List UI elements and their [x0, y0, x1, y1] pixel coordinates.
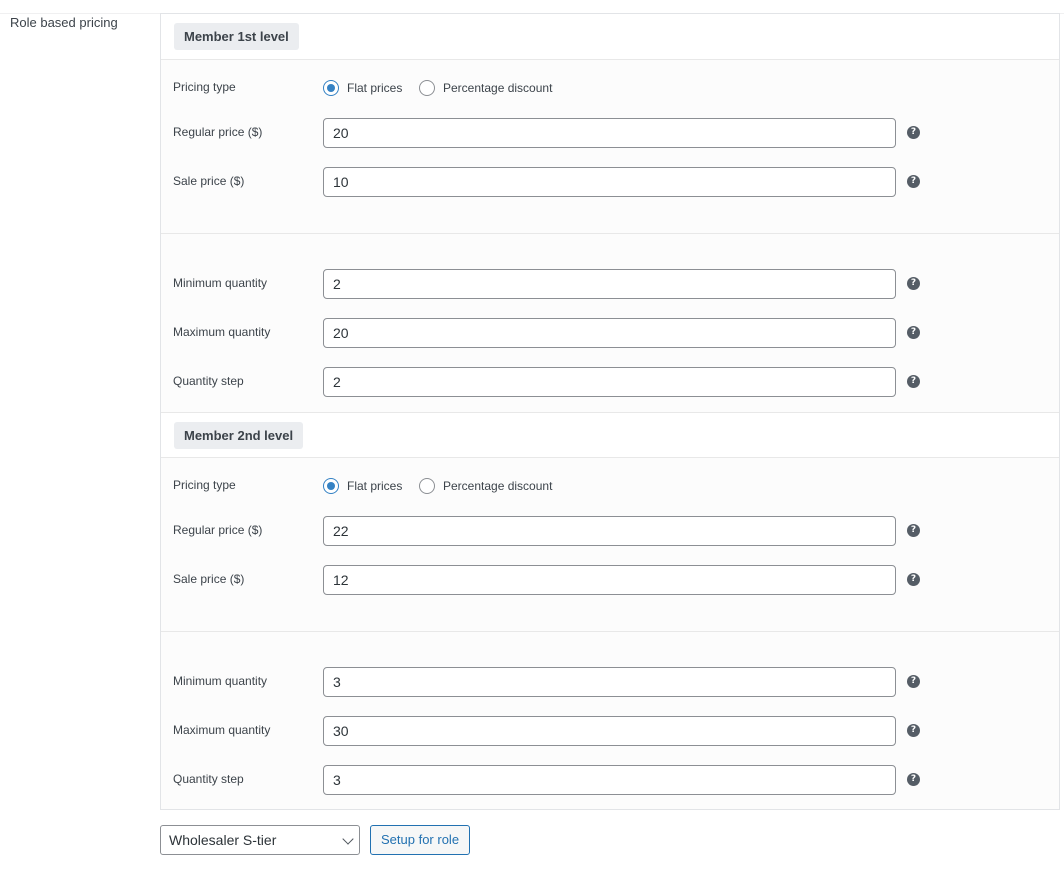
regular-price-label: Regular price ($): [173, 125, 263, 139]
question-mark-circle-icon[interactable]: ?: [907, 524, 920, 537]
question-mark-circle-icon[interactable]: ?: [907, 773, 920, 786]
question-mark-circle-icon[interactable]: ?: [907, 277, 920, 290]
maximum-quantity-input[interactable]: 20: [323, 318, 896, 348]
regular-price-input[interactable]: 22: [323, 516, 896, 546]
quantity-step-input[interactable]: 2: [323, 367, 896, 397]
minimum-quantity-label: Minimum quantity: [173, 276, 268, 290]
question-mark-circle-icon[interactable]: ?: [907, 375, 920, 388]
quantity-step-input[interactable]: 3: [323, 765, 896, 795]
sale-price-input[interactable]: 12: [323, 565, 896, 595]
sale-price-input[interactable]: 10: [323, 167, 896, 197]
section-divider: [161, 233, 1059, 234]
setup-for-role-button[interactable]: Setup for role: [370, 825, 471, 855]
quantity-step-label: Quantity step: [173, 374, 244, 388]
percentage-discount-label[interactable]: Percentage discount: [443, 479, 552, 493]
role-pricing-panel: Member 1st level Pricing type Flat price…: [160, 13, 1060, 810]
question-mark-circle-icon[interactable]: ?: [907, 675, 920, 688]
minimum-quantity-input[interactable]: 2: [323, 269, 896, 299]
role-name-tag: Member 1st level: [174, 23, 299, 50]
chevron-down-icon: [342, 833, 354, 845]
section-divider: [161, 631, 1059, 632]
flat-prices-radio[interactable]: [323, 478, 339, 494]
pricing-type-label: Pricing type: [173, 478, 236, 492]
question-mark-circle-icon[interactable]: ?: [907, 573, 920, 586]
role-section-member-1st-level: Member 1st level Pricing type Flat price…: [161, 14, 1059, 412]
regular-price-label: Regular price ($): [173, 523, 263, 537]
sale-price-label: Sale price ($): [173, 174, 245, 188]
maximum-quantity-input[interactable]: 30: [323, 716, 896, 746]
question-mark-circle-icon[interactable]: ?: [907, 326, 920, 339]
regular-price-input[interactable]: 20: [323, 118, 896, 148]
role-header: Member 2nd level: [161, 412, 1059, 458]
role-header: Member 1st level: [161, 14, 1059, 60]
maximum-quantity-label: Maximum quantity: [173, 723, 271, 737]
percentage-discount-radio[interactable]: [419, 478, 435, 494]
percentage-discount-label[interactable]: Percentage discount: [443, 81, 552, 95]
question-mark-circle-icon[interactable]: ?: [907, 724, 920, 737]
question-mark-circle-icon[interactable]: ?: [907, 175, 920, 188]
field-label: Role based pricing: [10, 15, 118, 30]
role-select-value: Wholesaler S-tier: [169, 832, 277, 848]
role-name-tag: Member 2nd level: [174, 422, 304, 449]
maximum-quantity-label: Maximum quantity: [173, 325, 271, 339]
role-select-dropdown[interactable]: Wholesaler S-tier: [160, 825, 360, 855]
minimum-quantity-input[interactable]: 3: [323, 667, 896, 697]
role-section-member-2nd-level: Member 2nd level Pricing type Flat price…: [161, 412, 1059, 810]
sale-price-label: Sale price ($): [173, 572, 245, 586]
flat-prices-label[interactable]: Flat prices: [347, 479, 402, 493]
minimum-quantity-label: Minimum quantity: [173, 674, 268, 688]
pricing-type-label: Pricing type: [173, 80, 236, 94]
flat-prices-label[interactable]: Flat prices: [347, 81, 402, 95]
flat-prices-radio[interactable]: [323, 80, 339, 96]
quantity-step-label: Quantity step: [173, 772, 244, 786]
percentage-discount-radio[interactable]: [419, 80, 435, 96]
question-mark-circle-icon[interactable]: ?: [907, 126, 920, 139]
